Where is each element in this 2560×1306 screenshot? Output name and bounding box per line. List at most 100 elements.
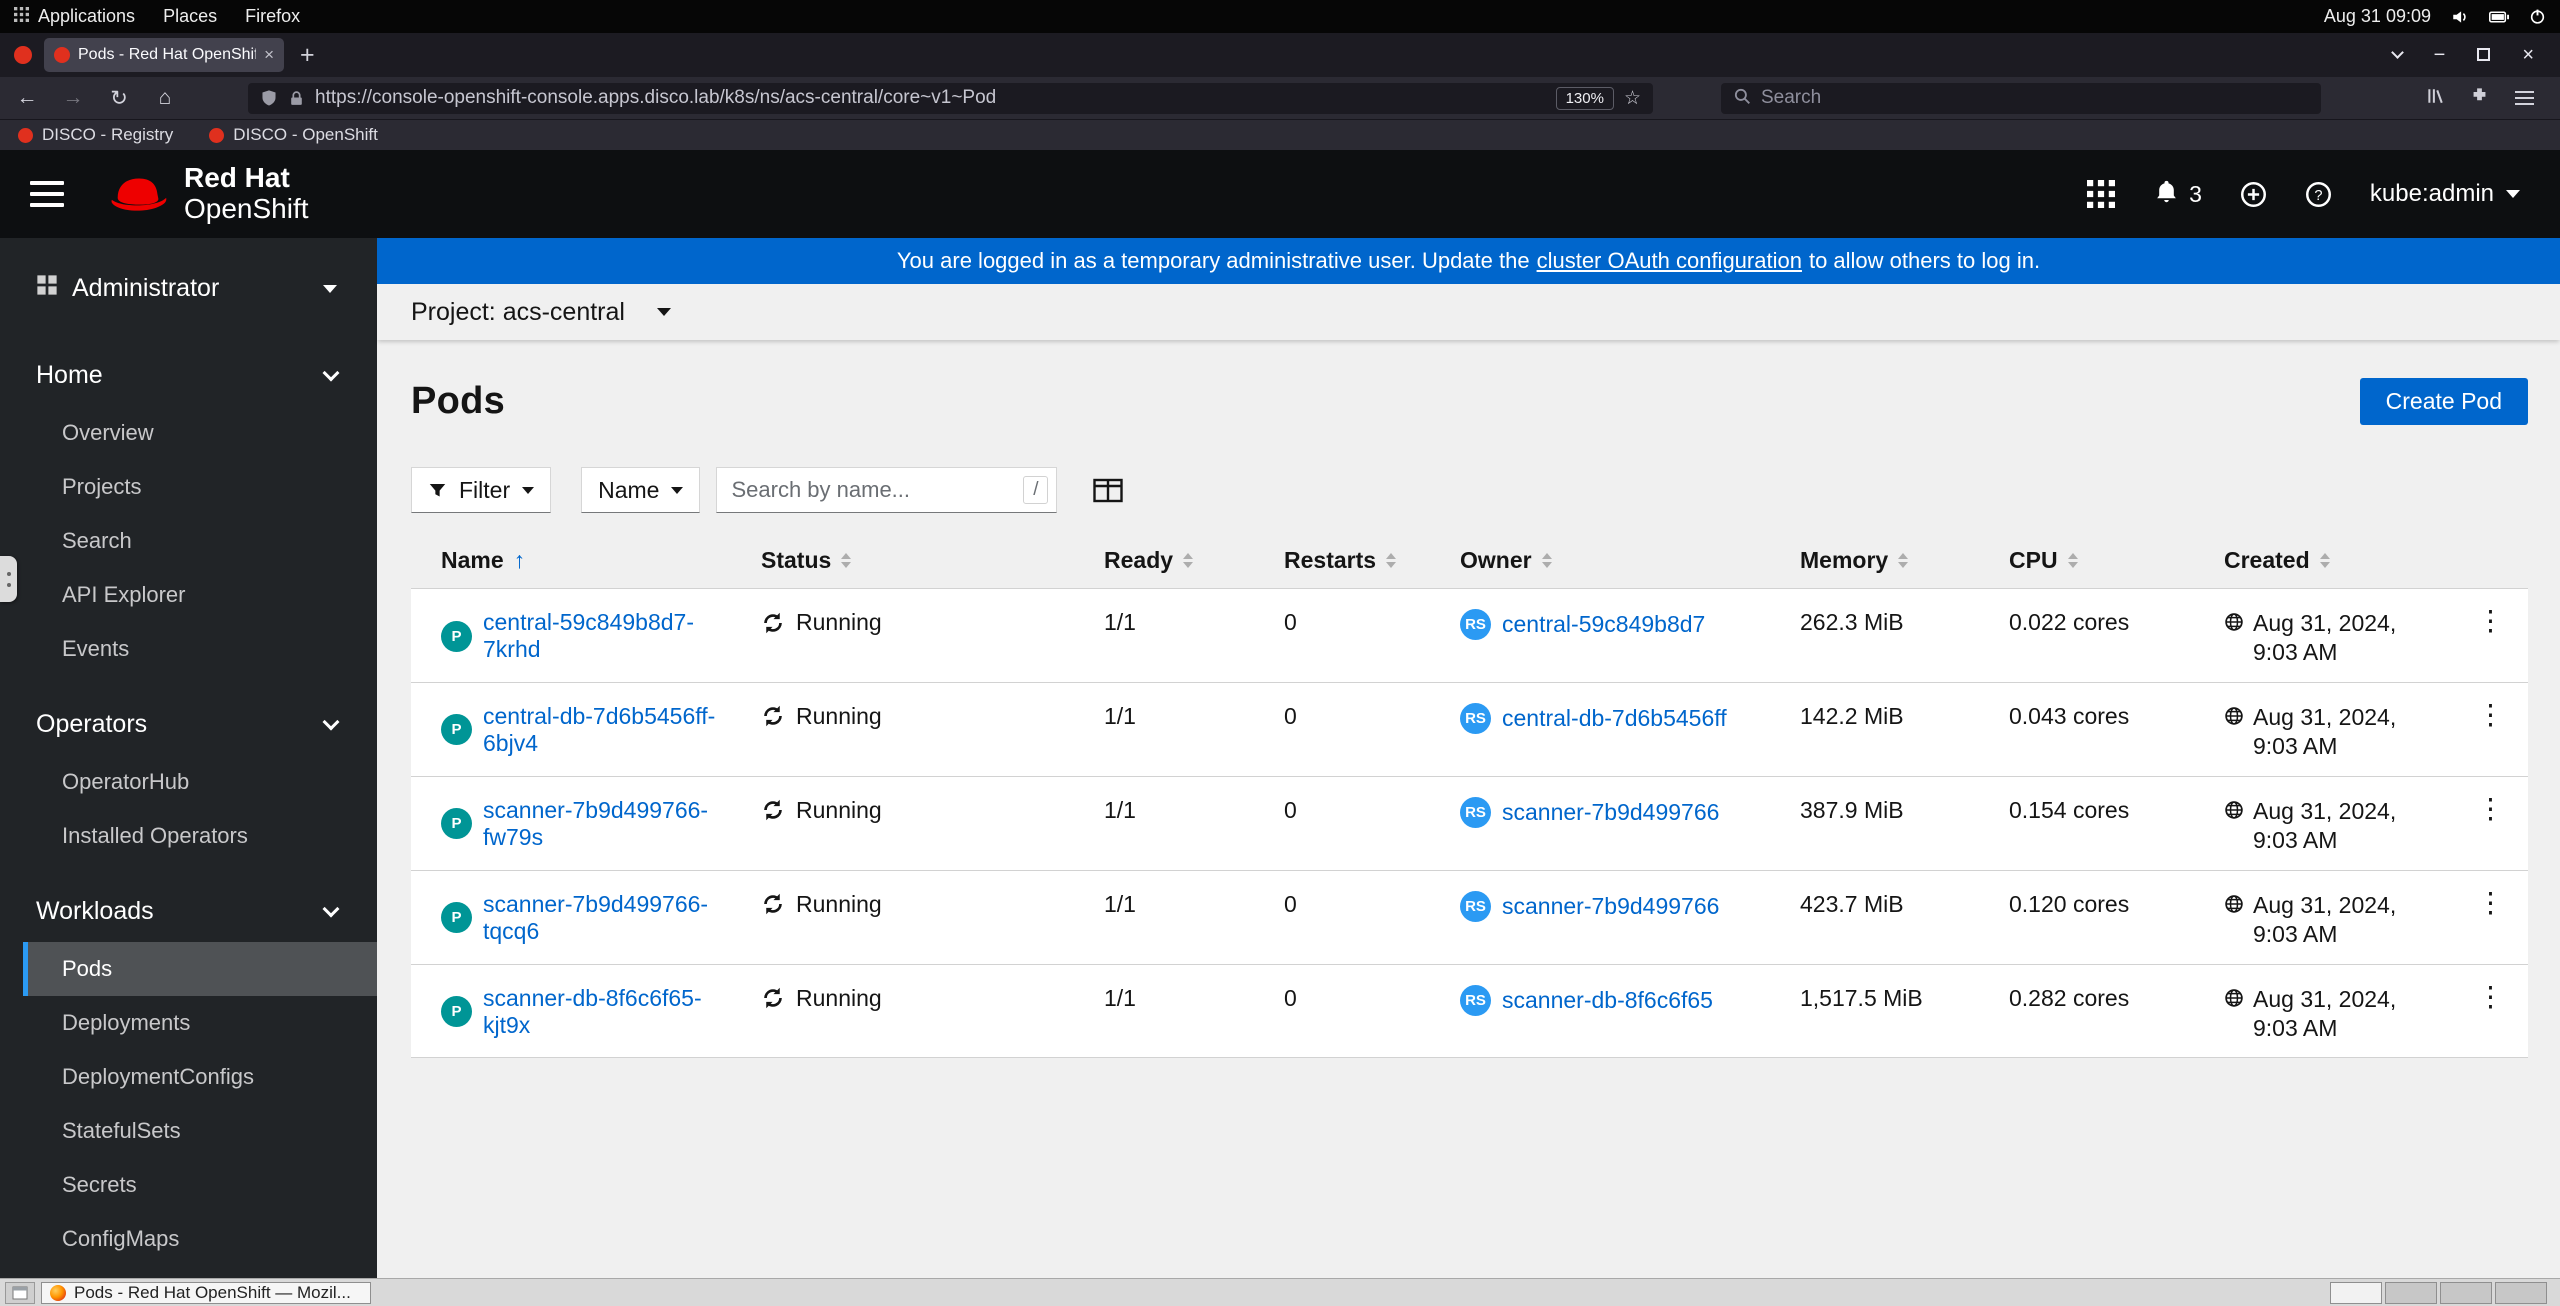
owner-link[interactable]: scanner-db-8f6c6f65 <box>1502 987 1713 1014</box>
kebab-menu-button[interactable]: ⋮ <box>2477 794 2505 823</box>
sort-icon[interactable] <box>841 553 852 568</box>
browser-menu-icon[interactable] <box>2515 87 2534 109</box>
library-icon[interactable] <box>2426 87 2444 110</box>
home-button[interactable]: ⌂ <box>150 86 180 110</box>
sidebar-nav-item[interactable]: Secrets <box>23 1158 377 1212</box>
user-menu[interactable]: kube:admin <box>2370 180 2520 208</box>
owner-link[interactable]: scanner-7b9d499766 <box>1502 893 1719 920</box>
sidebar-nav-item[interactable]: Pods <box>23 942 377 996</box>
bookmark-item[interactable]: DISCO - OpenShift <box>209 125 378 145</box>
col-ready[interactable]: Ready <box>1104 547 1284 574</box>
workspace-2[interactable] <box>2385 1281 2437 1304</box>
owner-link[interactable]: central-59c849b8d7 <box>1502 611 1705 638</box>
browser-tab[interactable]: Pods - Red Hat OpenShift × <box>44 38 284 72</box>
kebab-menu-button[interactable]: ⋮ <box>2477 700 2505 729</box>
oauth-config-link[interactable]: cluster OAuth configuration <box>1537 248 1802 274</box>
kebab-menu-button[interactable]: ⋮ <box>2477 888 2505 917</box>
filter-dropdown[interactable]: Filter <box>411 467 552 513</box>
back-button[interactable]: ← <box>12 86 42 110</box>
workspace-1[interactable] <box>2330 1281 2382 1304</box>
window-close-button[interactable]: × <box>2522 44 2534 67</box>
sort-icon[interactable] <box>1898 553 1909 568</box>
places-menu[interactable]: Places <box>149 0 231 33</box>
sidebar-nav-item[interactable]: DeploymentConfigs <box>23 1050 377 1104</box>
perspective-switcher[interactable]: Administrator <box>0 264 377 327</box>
owner-link[interactable]: scanner-7b9d499766 <box>1502 799 1719 826</box>
lock-icon[interactable] <box>288 90 305 107</box>
tracking-shield-icon[interactable] <box>260 89 278 107</box>
col-memory[interactable]: Memory <box>1800 547 2009 574</box>
list-tabs-icon[interactable] <box>2390 44 2404 67</box>
sidebar-nav-item[interactable]: Events <box>23 622 377 676</box>
workspace-3[interactable] <box>2440 1281 2492 1304</box>
col-cpu[interactable]: CPU <box>2009 547 2224 574</box>
nav-toggle-icon[interactable] <box>30 174 64 214</box>
sidebar-nav-item[interactable]: StatefulSets <box>23 1104 377 1158</box>
browser-search-input[interactable] <box>1761 87 2309 109</box>
firefox-menu[interactable]: Firefox <box>231 0 314 33</box>
taskbar-window-button[interactable]: Pods - Red Hat OpenShift — Mozil... <box>41 1281 371 1304</box>
pod-link[interactable]: central-db-7d6b5456ff-6bjv4 <box>483 703 747 757</box>
extensions-icon[interactable] <box>2470 86 2489 110</box>
sort-icon[interactable] <box>2067 553 2078 568</box>
col-name[interactable]: Name ↑ <box>441 547 761 574</box>
project-selector[interactable]: Project: acs-central <box>377 284 2560 340</box>
sort-icon[interactable] <box>1541 553 1552 568</box>
url-bar[interactable]: 130% ☆ <box>248 82 1653 114</box>
pod-link[interactable]: scanner-db-8f6c6f65-kjt9x <box>483 985 747 1039</box>
sidebar-nav-item[interactable]: Installed Operators <box>23 809 377 863</box>
browser-search-bar[interactable] <box>1721 82 2321 114</box>
sort-icon[interactable] <box>1386 553 1397 568</box>
pod-link[interactable]: central-59c849b8d7-7krhd <box>483 609 747 663</box>
pod-link[interactable]: scanner-7b9d499766-tqcq6 <box>483 891 747 945</box>
manage-columns-button[interactable] <box>1093 478 1124 503</box>
col-created[interactable]: Created <box>2224 547 2453 574</box>
bookmark-star-icon[interactable]: ☆ <box>1624 87 1641 110</box>
kebab-menu-button[interactable]: ⋮ <box>2477 607 2505 635</box>
window-maximize-button[interactable] <box>2477 44 2491 67</box>
sidebar-nav-item[interactable]: ConfigMaps <box>23 1212 377 1266</box>
reload-button[interactable]: ↻ <box>104 86 134 111</box>
sidebar-nav-item[interactable]: Overview <box>23 406 377 460</box>
sidebar-nav-item[interactable]: Projects <box>23 460 377 514</box>
zoom-indicator[interactable]: 130% <box>1555 86 1614 110</box>
nav-toggle-operators[interactable]: Operators <box>0 690 377 755</box>
sort-ascending-icon[interactable]: ↑ <box>514 547 526 574</box>
power-icon[interactable] <box>2529 8 2546 25</box>
volume-icon[interactable] <box>2451 8 2469 26</box>
sidebar-nav-item[interactable]: Search <box>23 514 377 568</box>
search-attribute-dropdown[interactable]: Name <box>581 467 701 513</box>
help-icon[interactable]: ? <box>2305 181 2332 208</box>
nav-toggle-workloads[interactable]: Workloads <box>0 877 377 942</box>
col-restarts[interactable]: Restarts <box>1284 547 1460 574</box>
name-search-box[interactable]: / <box>716 467 1058 513</box>
sidebar-nav-item[interactable]: Deployments <box>23 996 377 1050</box>
new-tab-button[interactable]: + <box>300 41 315 70</box>
window-minimize-button[interactable]: − <box>2434 44 2446 67</box>
owner-link[interactable]: central-db-7d6b5456ff <box>1502 705 1727 732</box>
create-pod-button[interactable]: Create Pod <box>2359 378 2528 425</box>
pod-link[interactable]: scanner-7b9d499766-fw79s <box>483 797 747 851</box>
sidebar-nav-item[interactable]: API Explorer <box>23 568 377 622</box>
sidebar-nav-item[interactable]: OperatorHub <box>23 755 377 809</box>
name-search-input[interactable] <box>731 477 1016 503</box>
kebab-menu-button[interactable]: ⋮ <box>2477 982 2505 1011</box>
clock[interactable]: Aug 31 09:09 <box>2324 6 2431 27</box>
sort-icon[interactable] <box>2319 553 2330 568</box>
forward-button[interactable]: → <box>58 86 88 110</box>
firefox-app-icon[interactable] <box>14 46 32 64</box>
nav-toggle-home[interactable]: Home <box>0 341 377 406</box>
drawer-handle[interactable] <box>0 556 17 602</box>
sort-icon[interactable] <box>1183 553 1194 568</box>
applications-menu[interactable]: Applications <box>0 0 149 33</box>
app-launcher-icon[interactable] <box>2087 180 2116 208</box>
tab-close-icon[interactable]: × <box>264 45 274 65</box>
window-list-icon[interactable] <box>5 1281 35 1304</box>
bookmark-item[interactable]: DISCO - Registry <box>18 125 173 145</box>
col-owner[interactable]: Owner <box>1460 547 1800 574</box>
battery-icon[interactable] <box>2489 10 2509 23</box>
notifications-button[interactable]: 3 <box>2153 178 2202 211</box>
url-input[interactable] <box>315 87 1546 109</box>
workspace-4[interactable] <box>2495 1281 2547 1304</box>
quick-create-icon[interactable] <box>2240 181 2267 208</box>
